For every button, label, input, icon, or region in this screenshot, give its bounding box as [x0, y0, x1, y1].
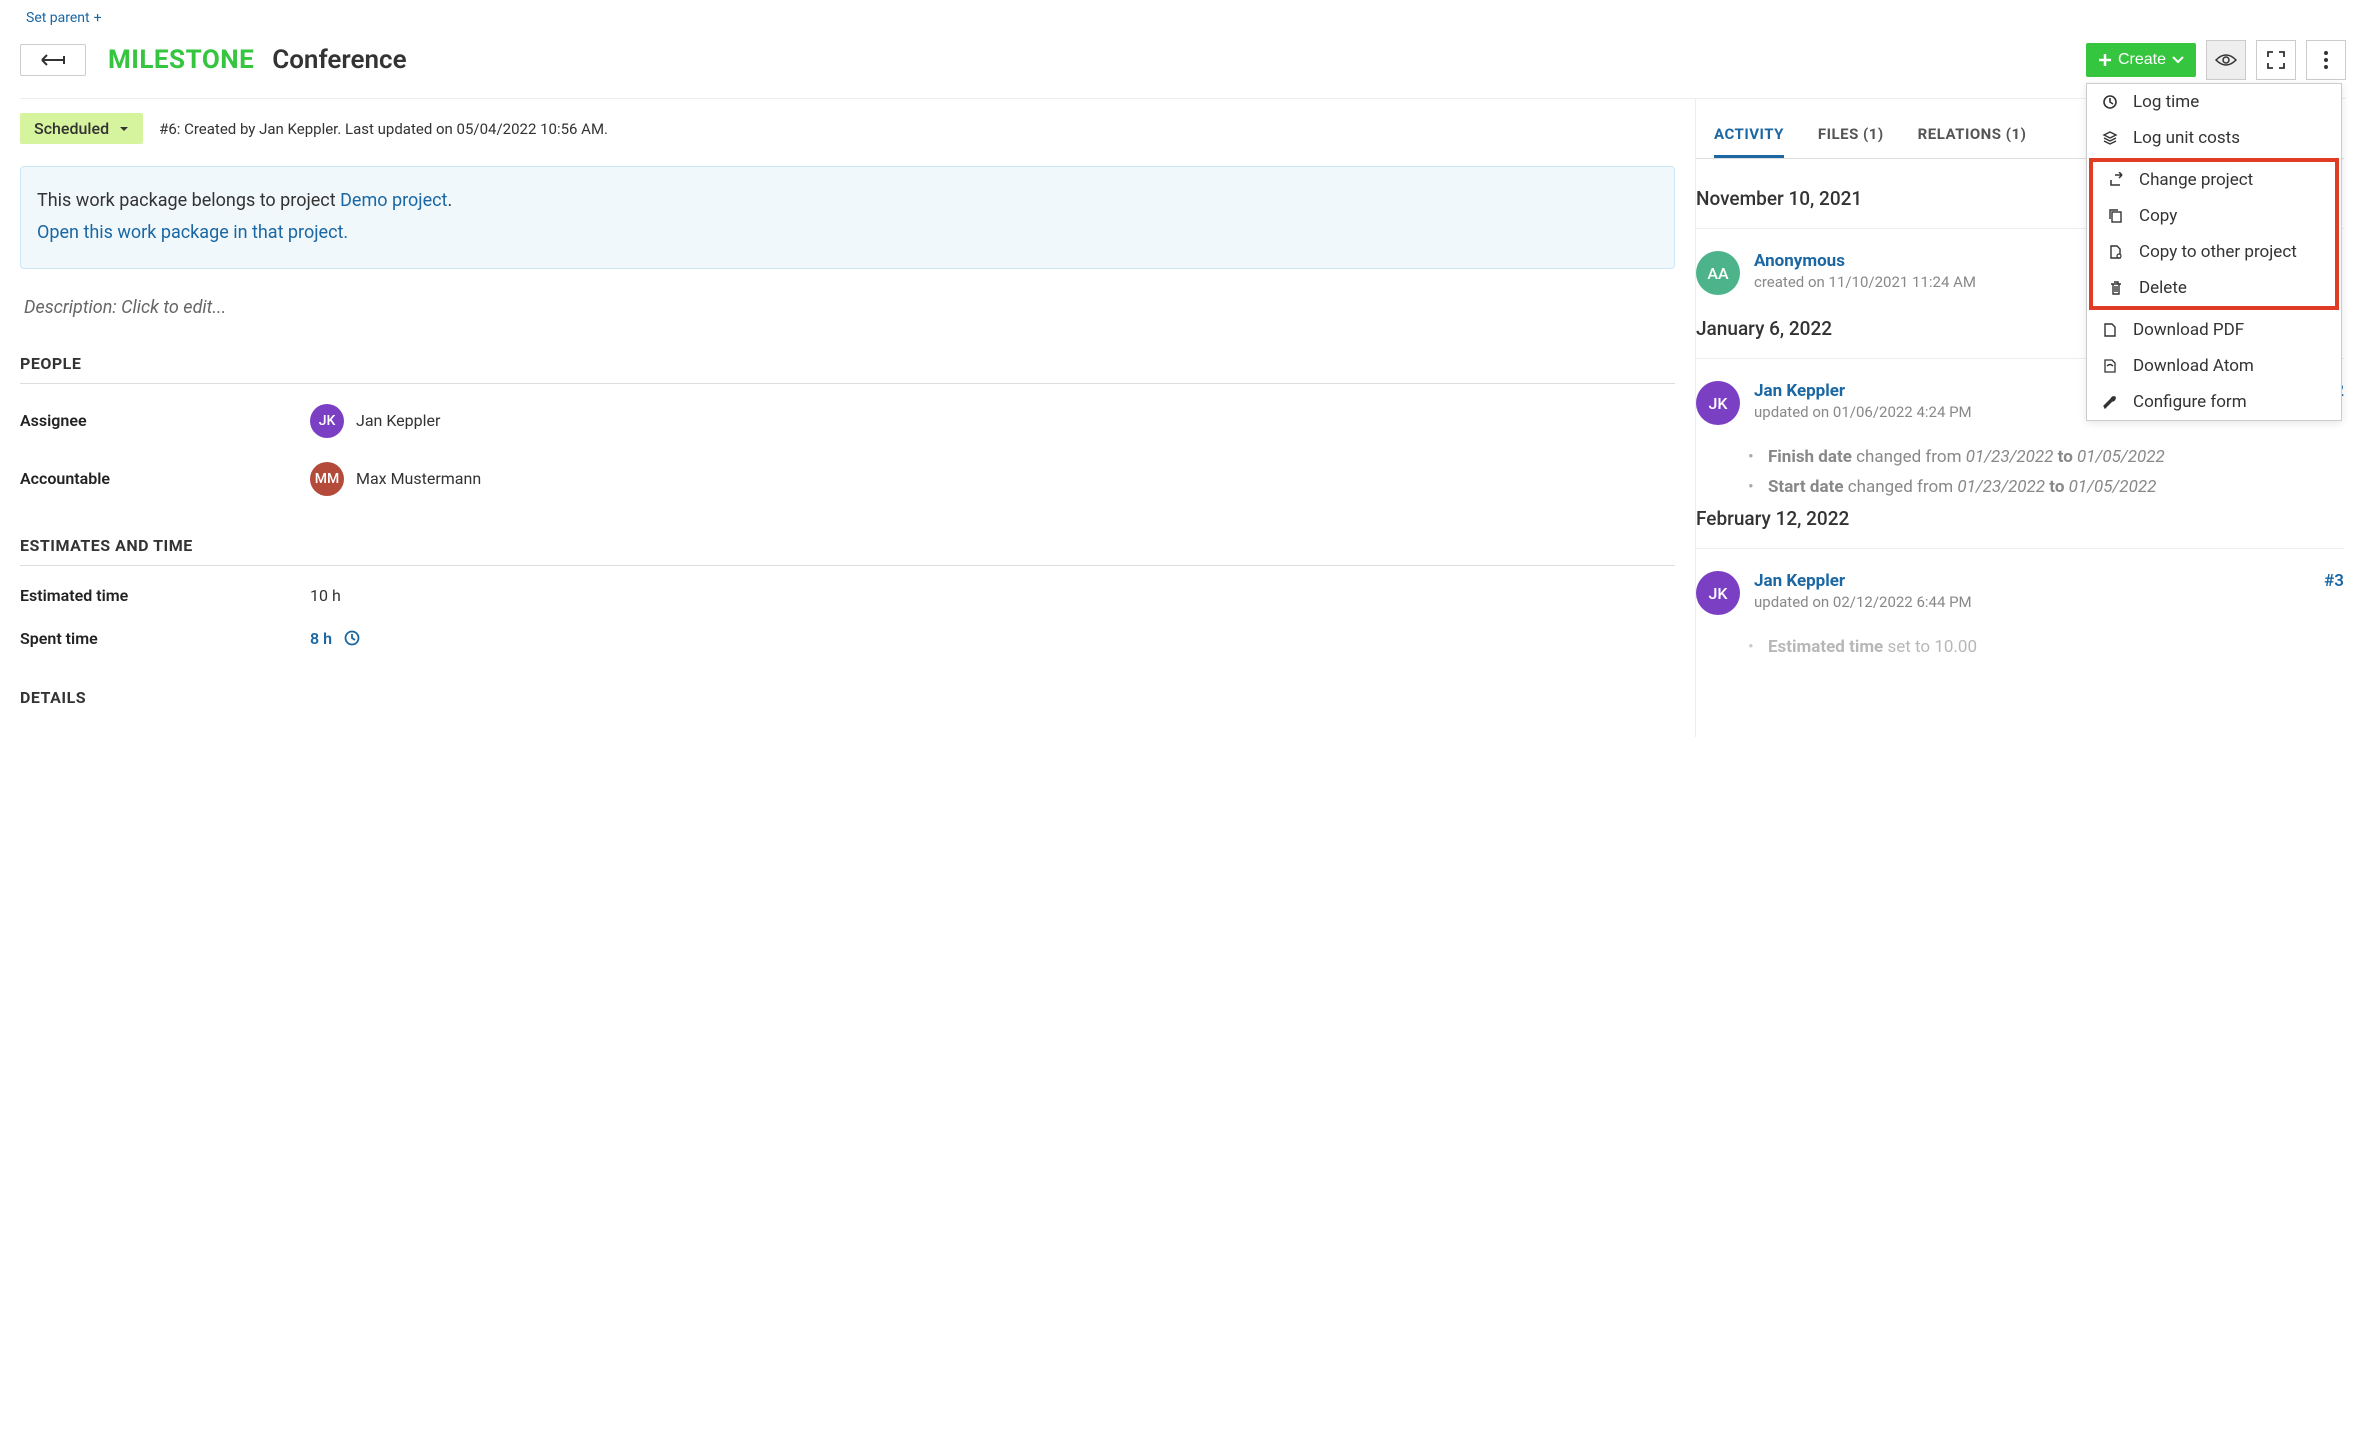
- avatar: JK: [1696, 571, 1740, 615]
- activity-anchor[interactable]: #3: [2324, 571, 2344, 591]
- open-in-project-link[interactable]: Open this work package in that project.: [37, 222, 348, 243]
- work-package-meta: #6: Created by Jan Keppler. Last updated…: [159, 120, 608, 138]
- more-actions-menu: Log time Log unit costs Change project C…: [2086, 83, 2342, 421]
- set-parent-link[interactable]: Set parent +: [26, 10, 102, 26]
- clock-icon: [344, 630, 360, 646]
- menu-configure-form[interactable]: Configure form: [2087, 384, 2341, 420]
- change-list: Estimated time set to 10.00: [1748, 637, 2344, 657]
- pdf-icon: [2101, 322, 2119, 338]
- work-package-title[interactable]: Conference: [272, 45, 406, 75]
- header: MILESTONE Conference Create: [20, 26, 2346, 99]
- eye-icon: [2215, 53, 2237, 67]
- plus-icon: [2098, 53, 2112, 67]
- menu-log-time[interactable]: Log time: [2087, 84, 2341, 120]
- share-icon: [2107, 172, 2125, 188]
- copy-icon: [2107, 208, 2125, 224]
- tab-relations[interactable]: RELATIONS (1): [1918, 113, 2027, 158]
- activity-entry: JK Jan Keppler updated on 02/12/2022 6:4…: [1696, 571, 2344, 615]
- set-parent-label: Set parent: [26, 10, 90, 26]
- avatar: JK: [1696, 381, 1740, 425]
- accountable-value[interactable]: MM Max Mustermann: [310, 462, 481, 496]
- atom-icon: [2101, 358, 2119, 374]
- assignee-label: Assignee: [20, 411, 310, 430]
- estimated-label: Estimated time: [20, 586, 310, 605]
- menu-change-project[interactable]: Change project: [2093, 162, 2335, 198]
- change-item: Estimated time set to 10.00: [1748, 637, 2344, 657]
- activity-pane: ACTIVITY FILES (1) RELATIONS (1) Novembe…: [1696, 99, 2346, 737]
- details-pane: Scheduled #6: Created by Jan Keppler. La…: [20, 99, 1696, 737]
- avatar: MM: [310, 462, 344, 496]
- back-button[interactable]: [20, 44, 86, 76]
- fullscreen-button[interactable]: [2256, 40, 2296, 80]
- accountable-label: Accountable: [20, 469, 310, 488]
- menu-download-pdf[interactable]: Download PDF: [2087, 312, 2341, 348]
- tab-activity[interactable]: ACTIVITY: [1714, 113, 1784, 158]
- change-list: Finish date changed from 01/23/2022 to 0…: [1748, 447, 2344, 497]
- clock-icon: [2101, 94, 2119, 110]
- layers-icon: [2101, 130, 2119, 146]
- expand-icon: [2267, 51, 2285, 69]
- menu-copy-to-other-project[interactable]: Copy to other project: [2093, 234, 2335, 270]
- avatar: JK: [310, 404, 344, 438]
- wrench-icon: [2101, 394, 2119, 410]
- chevron-down-icon: [119, 126, 129, 132]
- tab-files[interactable]: FILES (1): [1818, 113, 1884, 158]
- create-button[interactable]: Create: [2086, 43, 2196, 77]
- work-package-type: MILESTONE: [108, 45, 254, 75]
- assignee-value[interactable]: JK Jan Keppler: [310, 404, 440, 438]
- change-item: Start date changed from 01/23/2022 to 01…: [1748, 477, 2344, 497]
- description-field[interactable]: Description: Click to edit...: [24, 297, 1675, 318]
- menu-delete[interactable]: Delete: [2093, 270, 2335, 306]
- plus-icon: +: [94, 10, 102, 26]
- kebab-icon: [2324, 51, 2328, 69]
- section-people: PEOPLE: [20, 354, 1675, 384]
- status-selector[interactable]: Scheduled: [20, 113, 143, 144]
- menu-log-unit-costs[interactable]: Log unit costs: [2087, 120, 2341, 156]
- document-copy-icon: [2107, 244, 2125, 260]
- accountable-name: Max Mustermann: [356, 469, 481, 488]
- spent-label: Spent time: [20, 629, 310, 648]
- create-label: Create: [2118, 51, 2166, 69]
- menu-copy[interactable]: Copy: [2093, 198, 2335, 234]
- trash-icon: [2107, 280, 2125, 296]
- assignee-name: Jan Keppler: [356, 411, 440, 430]
- highlighted-menu-group: Change project Copy Copy to other projec…: [2089, 158, 2339, 310]
- spent-value[interactable]: 8 h: [310, 629, 360, 648]
- back-arrow-icon: [39, 53, 67, 67]
- status-label: Scheduled: [34, 119, 109, 138]
- section-estimates: ESTIMATES AND TIME: [20, 536, 1675, 566]
- project-link[interactable]: Demo project: [340, 190, 447, 211]
- more-actions-button[interactable]: [2306, 40, 2346, 80]
- project-info-box: This work package belongs to project Dem…: [20, 166, 1675, 269]
- chevron-down-icon: [2172, 56, 2184, 64]
- activity-meta: updated on 02/12/2022 6:44 PM: [1754, 593, 2310, 611]
- info-text: This work package belongs to project: [37, 190, 340, 211]
- spent-time-link: 8 h: [310, 629, 332, 648]
- avatar: AA: [1696, 251, 1740, 295]
- activity-user[interactable]: Jan Keppler: [1754, 571, 2310, 591]
- estimated-value[interactable]: 10 h: [310, 586, 341, 605]
- activity-date-group: February 12, 2022: [1696, 507, 2344, 549]
- section-details: DETAILS: [20, 688, 1675, 717]
- watch-button[interactable]: [2206, 40, 2246, 80]
- menu-download-atom[interactable]: Download Atom: [2087, 348, 2341, 384]
- change-item: Finish date changed from 01/23/2022 to 0…: [1748, 447, 2344, 467]
